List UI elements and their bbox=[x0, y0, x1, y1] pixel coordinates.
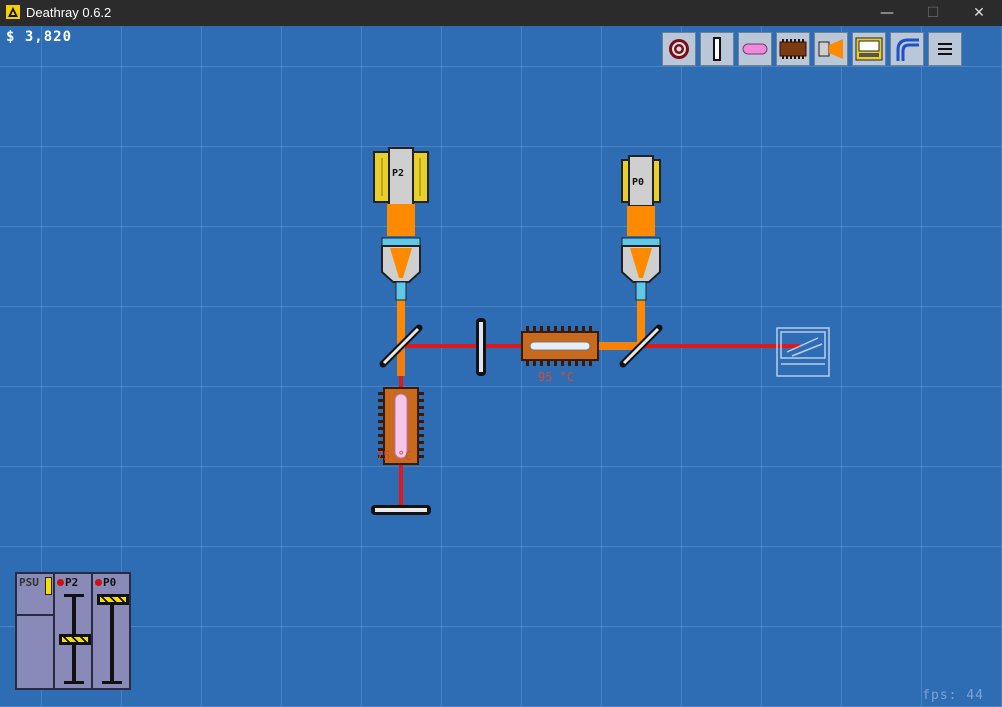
title-bar: Deathray 0.6.2 — ☐ ✕ bbox=[0, 0, 1002, 26]
psu-channel-p2: P2 bbox=[55, 574, 93, 688]
psu-column: PSU bbox=[17, 574, 55, 688]
heater-horizontal-temperature: 95 °C bbox=[538, 370, 574, 384]
fps-counter: fps: 44 bbox=[922, 688, 984, 703]
window-title: Deathray 0.6.2 bbox=[26, 5, 112, 20]
pump-p2-label: P2 bbox=[392, 168, 404, 179]
psu-channel-p0: P0 bbox=[93, 574, 131, 688]
app-logo-icon bbox=[6, 5, 20, 19]
pump-p0-label: P0 bbox=[632, 177, 644, 188]
end-mirror[interactable] bbox=[371, 505, 431, 515]
laser-beams bbox=[397, 296, 800, 506]
output-coupler-mirror[interactable] bbox=[476, 318, 486, 376]
p0-status-led bbox=[95, 579, 102, 586]
power-supply-panel: PSU P2 P0 bbox=[15, 572, 131, 690]
psu-label: PSU bbox=[19, 576, 39, 589]
close-button[interactable]: ✕ bbox=[956, 0, 1002, 26]
p2-channel-label: P2 bbox=[65, 576, 79, 589]
psu-indicator bbox=[45, 577, 52, 595]
maximize-button[interactable]: ☐ bbox=[910, 0, 956, 26]
optical-bench: P2 P0 95 °C 75 °C bbox=[371, 147, 830, 515]
heater-vertical-temperature: 75 °C bbox=[376, 449, 412, 463]
game-canvas[interactable]: $ 3,820 P2 P0 95 °C 75 °C PSU P2 P0 fps:… bbox=[0, 26, 1002, 707]
minimize-button[interactable]: — bbox=[864, 0, 910, 26]
heater-horizontal[interactable] bbox=[521, 326, 599, 366]
p0-channel-label: P0 bbox=[103, 576, 117, 589]
p0-slider-track[interactable] bbox=[110, 594, 114, 684]
p2-slider-handle[interactable] bbox=[59, 634, 91, 645]
p0-slider-handle[interactable] bbox=[97, 594, 129, 605]
output-monitor-ghost[interactable] bbox=[776, 327, 830, 377]
p2-status-led bbox=[57, 579, 64, 586]
